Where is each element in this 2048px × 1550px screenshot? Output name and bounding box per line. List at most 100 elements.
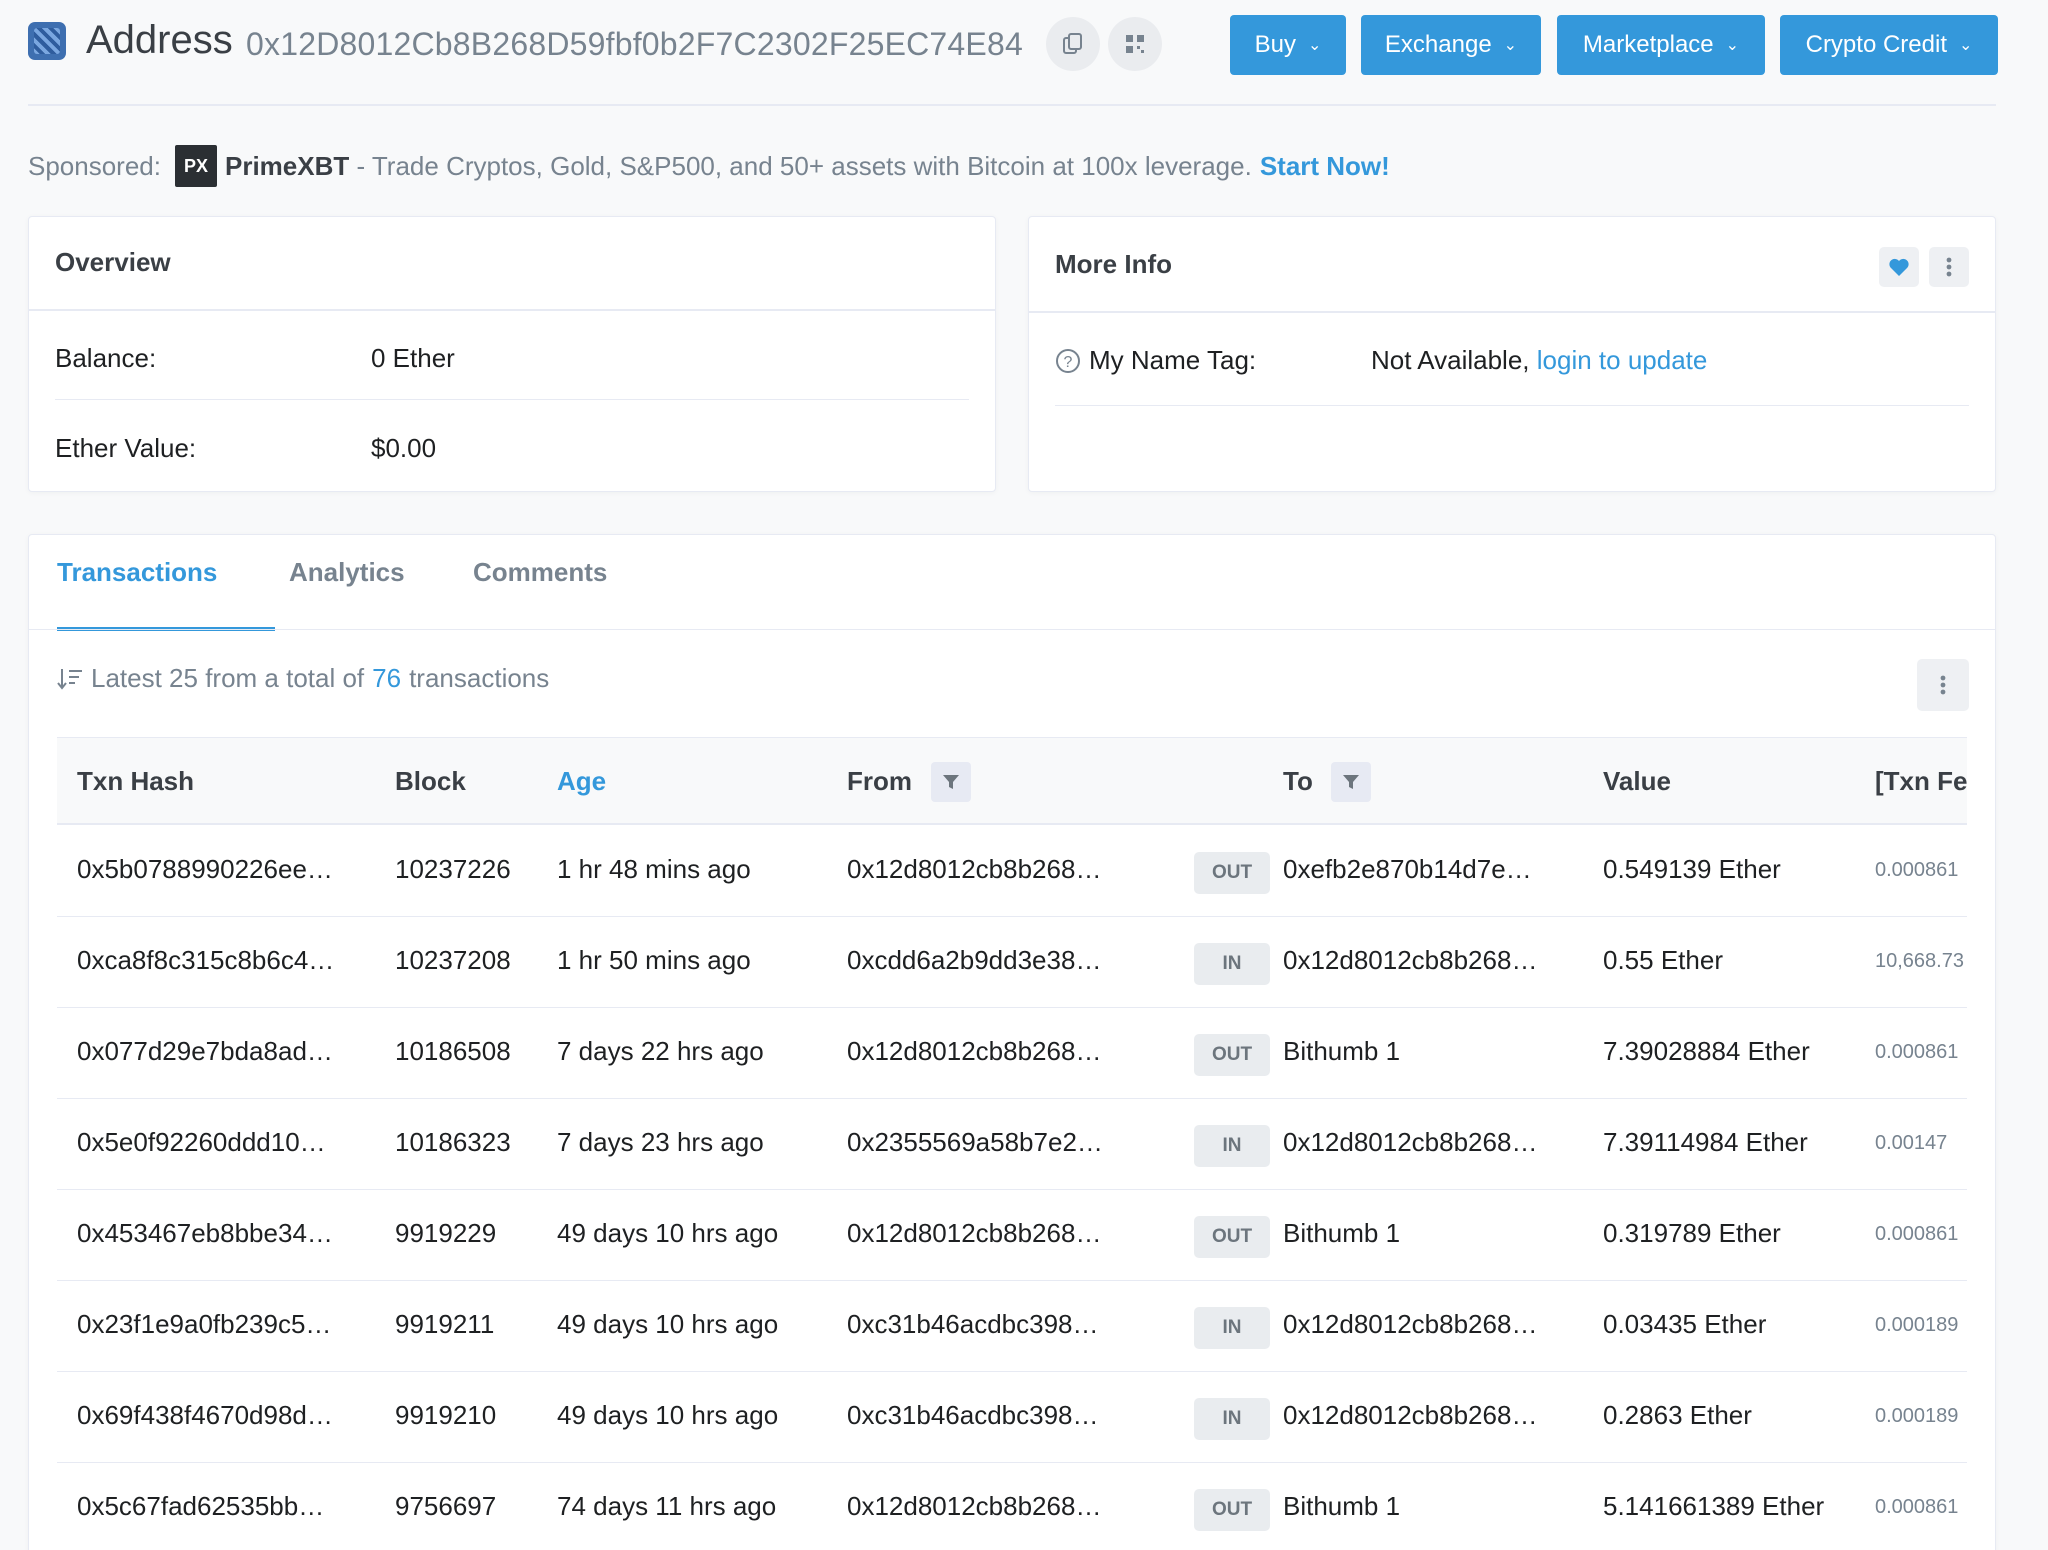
start-now-link[interactable]: Start Now! bbox=[1260, 151, 1390, 182]
copy-address-button[interactable] bbox=[1046, 17, 1100, 71]
block-link[interactable]: 9919211 bbox=[395, 1309, 494, 1340]
to-filter-button[interactable] bbox=[1331, 762, 1371, 802]
tab-analytics[interactable]: Analytics bbox=[289, 557, 405, 588]
address-hash: 0x12D8012Cb8B268D59fbf0b2F7C2302F25EC74E… bbox=[246, 26, 1023, 62]
copy-icon bbox=[1063, 33, 1082, 54]
tab-transactions[interactable]: Transactions bbox=[57, 557, 217, 588]
table-row: 0x077d29e7bda8ad… 10186508 7 days 22 hrs a… bbox=[57, 1008, 1967, 1099]
sponsor-name-link[interactable]: PrimeXBT bbox=[225, 151, 349, 182]
block-link[interactable]: 10186323 bbox=[395, 1127, 511, 1158]
to-address: 0x12d8012cb8b268… bbox=[1283, 1400, 1538, 1430]
txn-fee-cell: 0.000189 bbox=[1875, 1405, 1959, 1427]
block-link[interactable]: 10186508 bbox=[395, 1036, 511, 1067]
summary-suffix: transactions bbox=[409, 663, 550, 693]
txn-hash-link[interactable]: 0x5b0788990226ee… bbox=[77, 854, 333, 885]
card-divider bbox=[1029, 311, 1995, 313]
primexbt-logo[interactable]: PX bbox=[174, 145, 217, 187]
direction-badge: IN bbox=[1194, 1125, 1270, 1167]
balance-label: Balance: bbox=[55, 343, 157, 373]
col-value: Value bbox=[1603, 766, 1671, 796]
marketplace-menu-button[interactable]: Marketplace ⌄ bbox=[1557, 15, 1765, 75]
balance-value: 0 Ether bbox=[371, 343, 455, 373]
age-cell: 1 hr 50 mins ago bbox=[557, 945, 751, 975]
sponsored-banner: Sponsored: PX PrimeXBT - Trade Cryptos, … bbox=[28, 145, 1390, 187]
direction-badge: OUT bbox=[1194, 1034, 1270, 1076]
ether-value: $0.00 bbox=[371, 433, 437, 463]
from-address: 0x12d8012cb8b268… bbox=[847, 1491, 1102, 1521]
block-link[interactable]: 10237226 bbox=[395, 854, 511, 885]
table-row: 0x5e0f92260ddd10… 10186323 7 days 23 hrs a… bbox=[57, 1099, 1967, 1190]
txn-hash-link[interactable]: 0x453467eb8bbe34… bbox=[77, 1218, 333, 1249]
age-cell: 7 days 22 hrs ago bbox=[557, 1036, 764, 1066]
favorite-button[interactable] bbox=[1879, 247, 1919, 287]
table-row: 0x453467eb8bbe34… 9919229 49 days 10 hrs a… bbox=[57, 1190, 1967, 1281]
txn-fee-cell: 0.000861 bbox=[1875, 1496, 1959, 1518]
txn-hash-link[interactable]: 0x077d29e7bda8ad… bbox=[77, 1036, 333, 1067]
txn-hash-link[interactable]: 0x23f1e9a0fb239c5… bbox=[77, 1309, 331, 1340]
total-transactions-link[interactable]: 76 bbox=[372, 663, 401, 694]
col-to: To bbox=[1283, 766, 1313, 796]
to-address-link[interactable]: Bithumb 1 bbox=[1283, 1036, 1400, 1067]
value-cell: 7.39114984 Ether bbox=[1603, 1127, 1808, 1157]
chevron-down-icon: ⌄ bbox=[1307, 37, 1322, 54]
age-cell: 74 days 11 hrs ago bbox=[557, 1491, 777, 1521]
address-identicon-icon bbox=[28, 22, 66, 60]
table-options-button[interactable] bbox=[1917, 659, 1969, 711]
age-cell: 1 hr 48 mins ago bbox=[557, 854, 751, 884]
col-block: Block bbox=[395, 766, 466, 796]
crypto-credit-menu-label: Crypto Credit bbox=[1805, 31, 1947, 58]
from-filter-button[interactable] bbox=[931, 762, 971, 802]
from-address: 0x12d8012cb8b268… bbox=[847, 1218, 1102, 1248]
from-address-link[interactable]: 0xcdd6a2b9dd3e38… bbox=[847, 945, 1101, 976]
name-tag-label: My Name Tag: bbox=[1089, 345, 1257, 375]
more-info-card: More Info ? My Name Tag: Not Available, … bbox=[1028, 216, 1996, 492]
from-address-link[interactable]: 0xc31b46acdbc398… bbox=[847, 1309, 1099, 1340]
marketplace-menu-label: Marketplace bbox=[1582, 31, 1714, 58]
exchange-menu-label: Exchange bbox=[1384, 31, 1492, 58]
more-vertical-icon bbox=[1940, 675, 1946, 695]
from-address-link[interactable]: 0x2355569a58b7e2… bbox=[847, 1127, 1103, 1158]
buy-menu-button[interactable]: Buy ⌄ bbox=[1230, 15, 1346, 75]
txn-hash-link[interactable]: 0x5c67fad62535bb… bbox=[77, 1491, 324, 1522]
table-header: Txn Hash Block Age From To Value [Txn Fe bbox=[57, 737, 1967, 825]
exchange-menu-button[interactable]: Exchange ⌄ bbox=[1361, 15, 1541, 75]
name-tag-label-row: ? My Name Tag: bbox=[1055, 345, 1256, 376]
value-cell: 7.39028884 Ether bbox=[1603, 1036, 1810, 1066]
from-address-link[interactable]: 0xc31b46acdbc398… bbox=[847, 1400, 1099, 1431]
txn-hash-link[interactable]: 0x69f438f4670d98d… bbox=[77, 1400, 333, 1431]
tab-comments[interactable]: Comments bbox=[473, 557, 607, 588]
to-address-link[interactable]: Bithumb 1 bbox=[1283, 1491, 1400, 1522]
direction-badge: OUT bbox=[1194, 852, 1270, 894]
col-age-toggle[interactable]: Age bbox=[557, 766, 606, 797]
row-divider bbox=[1055, 405, 1969, 406]
from-address: 0x12d8012cb8b268… bbox=[847, 854, 1102, 884]
txn-hash-link[interactable]: 0x5e0f92260ddd10… bbox=[77, 1127, 326, 1158]
to-address-link[interactable]: 0xefb2e870b14d7e… bbox=[1283, 854, 1532, 885]
direction-badge: IN bbox=[1194, 943, 1270, 985]
help-circle-icon[interactable]: ? bbox=[1055, 348, 1081, 374]
card-divider bbox=[29, 309, 995, 311]
table-row: 0x23f1e9a0fb239c5… 9919211 49 days 10 hrs … bbox=[57, 1281, 1967, 1372]
table-row: 0x69f438f4670d98d… 9919210 49 days 10 hrs … bbox=[57, 1372, 1967, 1463]
value-cell: 0.03435 Ether bbox=[1603, 1309, 1767, 1339]
row-divider bbox=[55, 399, 969, 400]
col-txn-fee: [Txn Fe bbox=[1875, 766, 1968, 796]
block-link[interactable]: 9919210 bbox=[395, 1400, 496, 1431]
crypto-credit-menu-button[interactable]: Crypto Credit ⌄ bbox=[1780, 15, 1998, 75]
value-cell: 0.549139 Ether bbox=[1603, 854, 1781, 884]
age-cell: 7 days 23 hrs ago bbox=[557, 1127, 764, 1157]
age-cell: 49 days 10 hrs ago bbox=[557, 1400, 779, 1430]
txn-hash-link[interactable]: 0xca8f8c315c8b6c4… bbox=[77, 945, 334, 976]
block-link[interactable]: 9919229 bbox=[395, 1218, 496, 1249]
sponsor-text: - Trade Cryptos, Gold, S&P500, and 50+ a… bbox=[349, 150, 1252, 181]
block-link[interactable]: 9756697 bbox=[395, 1491, 496, 1522]
to-address-link[interactable]: Bithumb 1 bbox=[1283, 1218, 1400, 1249]
more-options-button[interactable] bbox=[1929, 247, 1969, 287]
block-link[interactable]: 10237208 bbox=[395, 945, 511, 976]
qr-code-button[interactable] bbox=[1108, 17, 1162, 71]
filter-icon bbox=[943, 775, 959, 789]
value-cell: 0.2863 Ether bbox=[1603, 1400, 1752, 1430]
table-row: 0xca8f8c315c8b6c4… 10237208 1 hr 50 mins a… bbox=[57, 917, 1967, 1008]
txn-fee-cell: 0.000861 bbox=[1875, 1223, 1959, 1245]
login-to-update-link[interactable]: login to update bbox=[1537, 345, 1708, 375]
